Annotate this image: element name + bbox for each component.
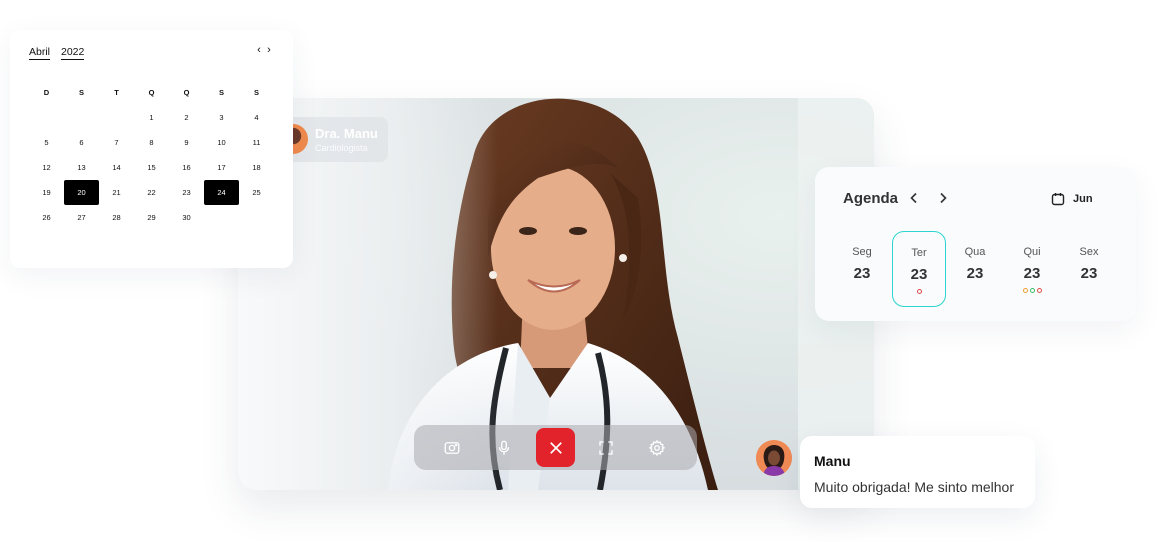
- close-icon: [549, 441, 562, 454]
- fullscreen-button[interactable]: [589, 431, 623, 465]
- weekday-header: S: [78, 88, 84, 97]
- agenda-day-name: Ter: [911, 247, 927, 259]
- calendar-day[interactable]: 12: [29, 155, 64, 180]
- chevron-left-icon: [910, 192, 917, 204]
- agenda-card: Agenda Jun Seg 23 Ter 23 Qua 23 Qui 23 S…: [815, 167, 1136, 321]
- microphone-icon: [498, 440, 510, 455]
- settings-button[interactable]: [640, 431, 674, 465]
- fullscreen-icon: [599, 441, 613, 455]
- calendar-day[interactable]: 21: [99, 180, 134, 205]
- calendar-day[interactable]: 15: [134, 155, 169, 180]
- agenda-prev-button[interactable]: [906, 189, 922, 207]
- camera-icon: [444, 442, 460, 454]
- agenda-title: Agenda: [843, 190, 899, 207]
- calendar-day[interactable]: 18: [239, 155, 274, 180]
- calendar-day[interactable]: 27: [64, 205, 99, 230]
- calendar-day[interactable]: 10: [204, 130, 239, 155]
- calendar-day[interactable]: 4: [239, 105, 274, 130]
- calendar-day[interactable]: 22: [134, 180, 169, 205]
- appointment-dot-orange: [1022, 288, 1028, 293]
- chat-sender-name: Manu: [814, 453, 851, 469]
- agenda-next-button[interactable]: [935, 189, 951, 207]
- agenda-month: Jun: [1073, 193, 1093, 205]
- weekday-header: Q: [148, 88, 155, 97]
- calendar-day[interactable]: 13: [64, 155, 99, 180]
- agenda-day-ter-selected[interactable]: Ter 23: [892, 231, 946, 307]
- calendar-day[interactable]: 23: [169, 180, 204, 205]
- agenda-day-number: 23: [1023, 265, 1041, 282]
- weekday-header: D: [43, 88, 50, 97]
- calendar-day[interactable]: 26: [29, 205, 64, 230]
- agenda-day-seg[interactable]: Seg 23: [836, 231, 888, 307]
- calendar-day[interactable]: 29: [134, 205, 169, 230]
- doctor-name: Dra. Manu: [315, 126, 378, 141]
- chat-message-text: Muito obrigada! Me sinto melhor: [814, 479, 1014, 495]
- calendar-day[interactable]: 6: [64, 130, 99, 155]
- agenda-day-number: 23: [853, 265, 871, 282]
- appointment-dots: [1006, 288, 1058, 293]
- agenda-day-number: 23: [1080, 265, 1098, 282]
- calendar-icon: [1051, 193, 1065, 206]
- weekday-header: Q: [183, 88, 190, 97]
- calendar-day[interactable]: 25: [239, 180, 274, 205]
- microphone-button[interactable]: [487, 431, 521, 465]
- calendar-day[interactable]: 16: [169, 155, 204, 180]
- appointment-dot-red: [916, 289, 922, 294]
- agenda-day-name: Seg: [852, 246, 872, 258]
- calendar-year-select[interactable]: 2022: [61, 46, 85, 60]
- chat-message: Manu Muito obrigada! Me sinto melhor: [800, 436, 1035, 508]
- agenda-month-picker[interactable]: Jun: [1051, 190, 1093, 208]
- call-controls-bar: [414, 425, 697, 470]
- calendar-day[interactable]: 7: [99, 130, 134, 155]
- calendar-day[interactable]: 1: [134, 105, 169, 130]
- calendar-day[interactable]: 9: [169, 130, 204, 155]
- agenda-day-name: Qui: [1023, 246, 1041, 258]
- chevron-right-icon: [940, 192, 947, 204]
- calendar-day-selected[interactable]: 20: [64, 180, 99, 205]
- end-call-button[interactable]: [536, 428, 575, 467]
- camera-button[interactable]: [435, 431, 469, 465]
- calendar-day[interactable]: 14: [99, 155, 134, 180]
- calendar-day[interactable]: 2: [169, 105, 204, 130]
- calendar-day[interactable]: 8: [134, 130, 169, 155]
- calendar-day[interactable]: 28: [99, 205, 134, 230]
- patient-avatar: [756, 440, 792, 476]
- mini-calendar: Abril 2022 ‹ › D S T Q Q S S 1 2 3 4 5 6…: [10, 30, 293, 268]
- agenda-day-number: 23: [910, 266, 928, 283]
- agenda-day-sex[interactable]: Sex 23: [1063, 231, 1115, 307]
- calendar-day[interactable]: 5: [29, 130, 64, 155]
- agenda-day-number: 23: [966, 265, 984, 282]
- calendar-day[interactable]: 11: [239, 130, 274, 155]
- agenda-day-qui[interactable]: Qui 23: [1006, 231, 1058, 307]
- appointment-dot-red: [1036, 288, 1042, 293]
- doctor-role: Cardiologista: [315, 143, 368, 153]
- weekday-header: T: [114, 88, 119, 97]
- calendar-day[interactable]: 17: [204, 155, 239, 180]
- calendar-day-selected[interactable]: 24: [204, 180, 239, 205]
- agenda-day-name: Qua: [964, 246, 986, 258]
- calendar-prev-button[interactable]: ‹: [254, 44, 264, 58]
- calendar-next-button[interactable]: ›: [264, 44, 274, 58]
- calendar-month-select[interactable]: Abril: [29, 46, 51, 60]
- weekday-header: S: [253, 88, 259, 97]
- appointment-dot-green: [1029, 288, 1035, 293]
- gear-icon: [648, 439, 666, 457]
- calendar-day[interactable]: 19: [29, 180, 64, 205]
- agenda-day-name: Sex: [1079, 246, 1099, 258]
- weekday-header: S: [218, 88, 224, 97]
- patient-avatar-illustration: [756, 440, 792, 476]
- appointment-dots: [893, 289, 945, 294]
- agenda-day-qua[interactable]: Qua 23: [949, 231, 1001, 307]
- calendar-day[interactable]: 3: [204, 105, 239, 130]
- calendar-day[interactable]: 30: [169, 205, 204, 230]
